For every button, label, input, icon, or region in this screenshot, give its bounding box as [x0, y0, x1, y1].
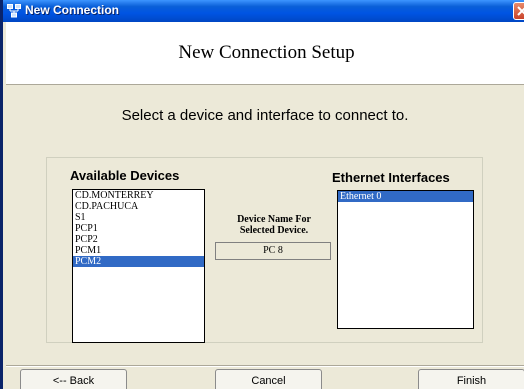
footer-separator [6, 365, 524, 367]
device-name-field: PC 8 [215, 242, 331, 260]
available-devices-list[interactable]: CD.MONTERREY CD.PACHUCA S1 PCP1 PCP2 PCM1 PCM2 [72, 189, 205, 343]
close-button[interactable] [513, 2, 524, 20]
network-icon [7, 4, 21, 18]
device-name-label: Device Name For Selected Device. [215, 214, 333, 236]
back-button[interactable]: <-- Back [20, 369, 127, 389]
new-connection-window: New Connection New Connection Setup Sele… [0, 0, 524, 389]
device-list-item[interactable]: PCP2 [73, 234, 204, 245]
instruction-text: Select a device and interface to connect… [121, 107, 409, 124]
device-list-item[interactable]: CD.MONTERREY [73, 190, 204, 201]
available-devices-label: Available Devices [70, 168, 180, 183]
device-name-label-line1: Device Name For [237, 214, 311, 225]
device-list-item[interactable]: S1 [73, 212, 204, 223]
finish-button[interactable]: Finish [418, 369, 524, 389]
device-list-item[interactable]: CD.PACHUCA [73, 201, 204, 212]
title-bar[interactable]: New Connection [3, 0, 524, 22]
interface-list-item[interactable]: Ethernet 0 [338, 191, 473, 202]
device-name-label-line2: Selected Device. [239, 225, 309, 236]
device-list-item[interactable]: PCM1 [73, 245, 204, 256]
ethernet-interfaces-list[interactable]: Ethernet 0 [337, 190, 474, 329]
cancel-button[interactable]: Cancel [215, 369, 322, 389]
close-icon [517, 6, 524, 16]
window-title: New Connection [25, 3, 120, 17]
header-panel: New Connection Setup [6, 22, 524, 85]
page-title: New Connection Setup [178, 42, 355, 63]
ethernet-interfaces-label: Ethernet Interfaces [332, 170, 450, 185]
device-list-item[interactable]: PCP1 [73, 223, 204, 234]
device-list-item[interactable]: PCM2 [73, 256, 204, 267]
